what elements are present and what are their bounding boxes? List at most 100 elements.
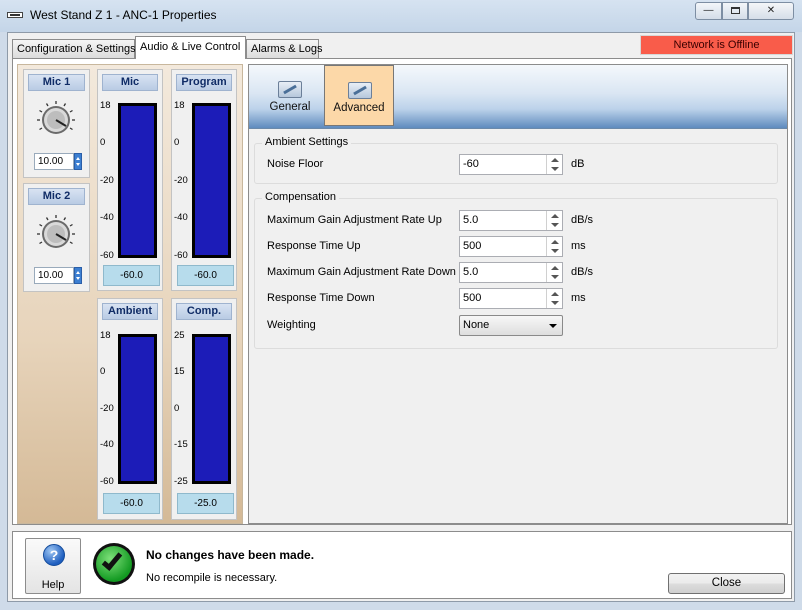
close-button[interactable]: Close [668,573,785,594]
ambient-settings-title: Ambient Settings [262,136,352,148]
max-gain-rate-down-label: Maximum Gain Adjustment Rate Down [267,266,456,278]
maximize-button[interactable] [722,2,748,20]
response-time-up-label: Response Time Up [267,240,361,252]
response-time-down-input[interactable]: 500 [459,288,563,309]
settings-ribbon: General Advanced [249,65,787,129]
status-subtitle: No recompile is necessary. [146,572,278,584]
mic-1-gain-field[interactable]: 10.00 [34,153,74,170]
program-level-value: -60.0 [177,265,234,286]
wrench-icon [348,82,372,99]
ambient-level-value: -60.0 [103,493,160,514]
ambient-scale-label: 18 [100,330,111,341]
audio-live-control-page: Mic 1 10.00 Mic 2 10.00 Mic 18 0 -20 -40… [12,58,792,525]
noise-floor-unit: dB [571,158,585,170]
response-time-up-value: 500 [463,240,482,252]
advanced-button[interactable]: Advanced [324,65,394,126]
mic-2-gain-field[interactable]: 10.00 [34,267,74,284]
mic-2-gain-spinner[interactable] [74,267,82,284]
ambient-scale-label: -60 [100,476,114,487]
close-window-button[interactable]: ✕ [748,2,794,20]
program-scale-label: 18 [174,100,185,111]
tab-configuration-settings[interactable]: Configuration & Settings [12,39,136,58]
help-icon: ? [43,544,65,566]
meter-panel: Mic 1 10.00 Mic 2 10.00 Mic 18 0 -20 -40… [17,64,243,524]
noise-floor-spinner[interactable] [546,155,562,174]
max-gain-rate-down-input[interactable]: 5.0 [459,262,563,283]
comp-scale-label: 25 [174,330,185,341]
mic-1-gain-knob[interactable] [36,100,76,140]
comp-meter-title: Comp. [176,303,232,320]
help-button[interactable]: ? Help [25,538,81,594]
window-title: West Stand Z 1 - ANC-1 Properties [30,8,217,22]
ambient-scale-label: 0 [100,366,106,377]
program-meter-title: Program [176,74,232,91]
max-gain-rate-up-spinner[interactable] [546,211,562,230]
response-time-down-unit: ms [571,292,586,304]
max-gain-rate-down-unit: dB/s [571,266,594,278]
ambient-settings-group: Ambient Settings Noise Floor -60 dB [254,136,778,184]
compensation-title: Compensation [262,191,339,203]
help-label: Help [41,579,65,591]
max-gain-rate-up-input[interactable]: 5.0 [459,210,563,231]
settings-panel: General Advanced Ambient Settings Noise … [248,64,788,524]
program-meter-group: Program 18 0 -20 -40 -60 -60.0 [171,69,237,291]
program-level-bar [192,103,231,258]
mic-2-title: Mic 2 [28,188,85,205]
checkmark-icon [93,543,135,585]
maximize-icon [730,7,740,14]
mic-1-title: Mic 1 [28,74,85,91]
comp-scale-label: -25 [174,476,188,487]
comp-level-value: -25.0 [177,493,234,514]
program-scale-label: 0 [174,137,180,148]
max-gain-rate-up-unit: dB/s [571,214,594,226]
response-time-down-label: Response Time Down [267,292,375,304]
comp-scale-label: -15 [174,439,188,450]
ambient-scale-label: -20 [100,403,114,414]
mic-level-value: -60.0 [103,265,160,286]
noise-floor-input[interactable]: -60 [459,154,563,175]
mic-level-bar [118,103,157,258]
mic-scale-label: -40 [100,212,114,223]
title-bar: West Stand Z 1 - ANC-1 Properties — ✕ [0,0,802,32]
response-time-down-value: 500 [463,292,482,304]
ambient-scale-label: -40 [100,439,114,450]
noise-floor-value: -60 [463,158,479,170]
max-gain-rate-down-spinner[interactable] [546,263,562,282]
general-button[interactable]: General [255,65,325,126]
window-client: Configuration & Settings Audio & Live Co… [7,32,795,602]
ambient-level-bar [118,334,157,484]
chevron-down-icon [549,324,557,328]
response-time-up-input[interactable]: 500 [459,236,563,257]
program-scale-label: -20 [174,175,188,186]
response-time-up-unit: ms [571,240,586,252]
max-gain-rate-down-value: 5.0 [463,266,479,278]
mic-1-gain-spinner[interactable] [74,153,82,170]
mic-2-gain-knob[interactable] [36,214,76,254]
response-time-up-spinner[interactable] [546,237,562,256]
mic-scale-label: -60 [100,250,114,261]
compensation-group: Compensation Maximum Gain Adjustment Rat… [254,191,778,349]
advanced-label: Advanced [333,102,385,114]
mic-meter-group: Mic 18 0 -20 -40 -60 -60.0 [97,69,163,291]
noise-floor-label: Noise Floor [267,158,324,170]
status-footer: ? Help No changes have been made. No rec… [12,531,792,599]
weighting-select[interactable]: None [459,315,563,336]
weighting-value: None [463,319,490,331]
ambient-meter-title: Ambient [102,303,158,320]
mic-meter-title: Mic [102,74,158,91]
mic-scale-label: -20 [100,175,114,186]
comp-level-bar [192,334,231,484]
minimize-button[interactable]: — [695,2,722,20]
tab-alarms-logs[interactable]: Alarms & Logs [246,39,323,58]
max-gain-rate-up-value: 5.0 [463,214,479,226]
wrench-icon [278,81,302,98]
max-gain-rate-up-label: Maximum Gain Adjustment Rate Up [267,214,442,226]
comp-scale-label: 15 [174,366,185,377]
mic-1-group: Mic 1 10.00 [23,69,90,178]
mic-scale-label: 0 [100,137,106,148]
program-scale-label: -60 [174,250,188,261]
response-time-down-spinner[interactable] [546,289,562,308]
tab-audio-live-control[interactable]: Audio & Live Control [135,36,246,59]
network-status-badge: Network is Offline [640,35,793,55]
mic-2-group: Mic 2 10.00 [23,183,90,292]
